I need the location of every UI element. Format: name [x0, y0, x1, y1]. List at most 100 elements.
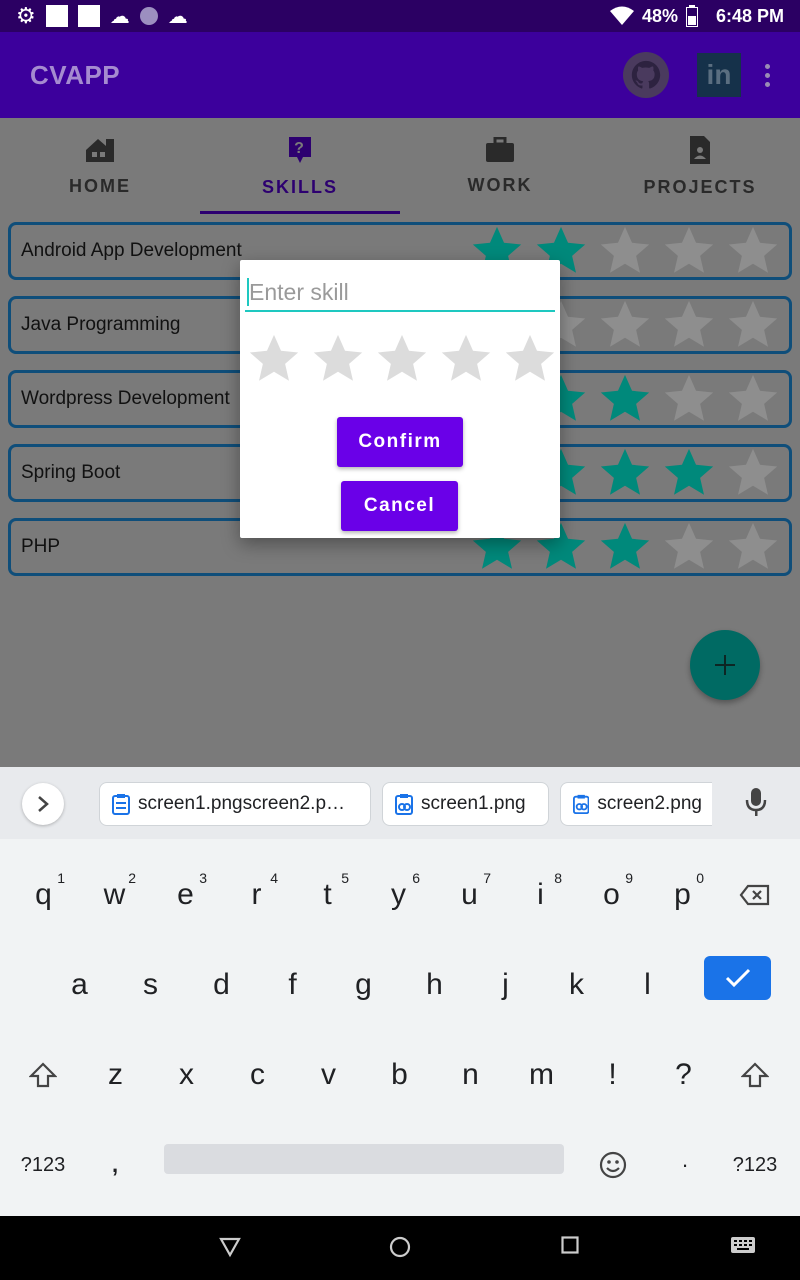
- key-hint: 8: [554, 870, 562, 886]
- github-icon[interactable]: [623, 52, 669, 98]
- cancel-button[interactable]: Cancel: [341, 481, 458, 531]
- key-n[interactable]: n: [435, 1030, 506, 1120]
- shift-key[interactable]: [8, 1030, 78, 1120]
- key-label: x: [179, 1058, 194, 1091]
- dialog-rating-bar[interactable]: [242, 330, 562, 388]
- star-filled-icon: [593, 444, 657, 502]
- key-label: a: [71, 968, 88, 1001]
- key-v[interactable]: v: [293, 1030, 364, 1120]
- key-label: b: [391, 1058, 408, 1091]
- comma-key[interactable]: ,: [80, 1120, 150, 1210]
- clipboard-chip[interactable]: screen1.png: [382, 782, 549, 826]
- skill-input[interactable]: Enter skill: [245, 274, 555, 312]
- linkedin-icon[interactable]: in: [697, 53, 741, 97]
- star-empty-icon[interactable]: [434, 330, 498, 388]
- key-label: n: [462, 1058, 479, 1091]
- keyboard-switch-icon[interactable]: [730, 1236, 756, 1259]
- star-empty-icon[interactable]: [306, 330, 370, 388]
- key-e[interactable]: e3: [150, 850, 221, 940]
- star-filled-icon: [593, 370, 657, 428]
- keyboard-row-1: q1w2e3r4t5y6u7i8o9p0: [0, 850, 800, 940]
- add-skill-dialog: Enter skill Confirm Cancel: [240, 260, 560, 538]
- key-![interactable]: !: [577, 1030, 648, 1120]
- help-icon: ?: [289, 136, 311, 163]
- star-empty-icon: [721, 518, 785, 576]
- key-?[interactable]: ?: [648, 1030, 719, 1120]
- cloud-icon: ☁: [167, 5, 188, 28]
- document-icon: [690, 135, 710, 164]
- shift-key[interactable]: [720, 1030, 790, 1120]
- recents-icon[interactable]: [561, 1236, 579, 1259]
- microphone-icon[interactable]: [745, 787, 767, 822]
- key-a[interactable]: a: [44, 940, 115, 1030]
- key-o[interactable]: o9: [576, 850, 647, 940]
- key-label: c: [250, 1058, 265, 1091]
- backspace-key[interactable]: [720, 850, 790, 940]
- soft-keyboard: screen1.pngscreen2.p… screen1.png screen…: [0, 767, 800, 1216]
- key-p[interactable]: p0: [647, 850, 718, 940]
- key-q[interactable]: q1: [8, 850, 79, 940]
- tab-label: SKILLS: [261, 176, 338, 197]
- enter-key[interactable]: [704, 956, 771, 1000]
- key-label: v: [321, 1058, 336, 1091]
- key-r[interactable]: r4: [221, 850, 292, 940]
- key-b[interactable]: b: [364, 1030, 435, 1120]
- tab-projects[interactable]: PROJECTS: [600, 118, 800, 214]
- star-empty-icon[interactable]: [498, 330, 562, 388]
- tab-skills[interactable]: ? SKILLS: [200, 118, 400, 214]
- emoji-key[interactable]: [578, 1120, 648, 1210]
- key-k[interactable]: k: [541, 940, 612, 1030]
- space-bar[interactable]: [164, 1144, 564, 1174]
- key-m[interactable]: m: [506, 1030, 577, 1120]
- skill-name: Wordpress Development: [21, 388, 230, 409]
- home-button-icon[interactable]: [389, 1236, 411, 1263]
- symbols-key[interactable]: ?123: [8, 1120, 78, 1210]
- key-label: r: [251, 878, 262, 911]
- keyboard-row-3: z x c v b n m!?: [0, 1030, 800, 1120]
- key-c[interactable]: c: [222, 1030, 293, 1120]
- clipboard-chip[interactable]: screen1.pngscreen2.p…: [99, 782, 371, 826]
- key-z[interactable]: z: [80, 1030, 151, 1120]
- briefcase-icon: [486, 136, 514, 162]
- tab-home[interactable]: HOME: [0, 118, 200, 214]
- key-h[interactable]: h: [399, 940, 470, 1030]
- key-label: s: [143, 968, 158, 1001]
- key-l[interactable]: l: [612, 940, 683, 1030]
- key-f[interactable]: f: [257, 940, 328, 1030]
- star-empty-icon: [721, 296, 785, 354]
- tab-work[interactable]: WORK: [400, 118, 600, 214]
- key-label: h: [426, 968, 443, 1001]
- key-s[interactable]: s: [115, 940, 186, 1030]
- key-w[interactable]: w2: [79, 850, 150, 940]
- star-empty-icon[interactable]: [370, 330, 434, 388]
- key-t[interactable]: t5: [292, 850, 363, 940]
- key-u[interactable]: u7: [434, 850, 505, 940]
- notification-icon: [77, 5, 100, 27]
- star-empty-icon: [657, 222, 721, 280]
- key-label: ?: [675, 1058, 692, 1091]
- key-label: u: [461, 878, 478, 911]
- key-label: f: [288, 968, 297, 1001]
- overflow-menu-icon[interactable]: [765, 63, 770, 87]
- key-x[interactable]: x: [151, 1030, 222, 1120]
- key-y[interactable]: y6: [363, 850, 434, 940]
- skill-name: Android App Development: [21, 240, 242, 261]
- key-label: t: [323, 878, 332, 911]
- expand-chevron-icon[interactable]: [22, 783, 64, 825]
- clipboard-chip[interactable]: screen2.png: [560, 782, 712, 826]
- star-empty-icon[interactable]: [242, 330, 306, 388]
- svg-text:?: ?: [294, 140, 306, 157]
- period-key[interactable]: ·: [650, 1120, 720, 1210]
- key-hint: 1: [57, 870, 65, 886]
- key-label: q: [35, 878, 52, 911]
- add-skill-button[interactable]: [690, 630, 760, 700]
- skill-name: PHP: [21, 536, 61, 557]
- key-i[interactable]: i8: [505, 850, 576, 940]
- key-g[interactable]: g: [328, 940, 399, 1030]
- back-icon[interactable]: [218, 1236, 242, 1263]
- key-label: w: [103, 878, 126, 911]
- confirm-button[interactable]: Confirm: [337, 417, 463, 467]
- key-j[interactable]: j: [470, 940, 541, 1030]
- symbols-key[interactable]: ?123: [720, 1120, 790, 1210]
- key-d[interactable]: d: [186, 940, 257, 1030]
